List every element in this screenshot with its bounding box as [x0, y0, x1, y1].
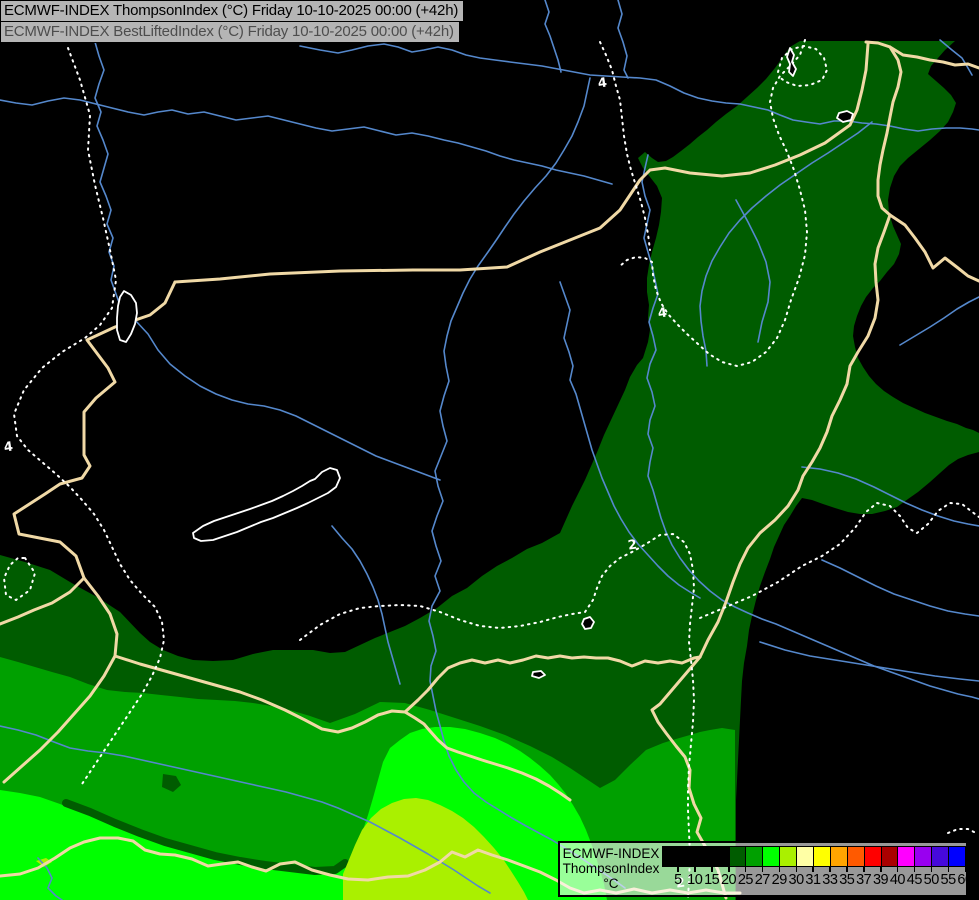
legend-value: 40 [889, 872, 906, 888]
legend-cell-39: 39 [864, 846, 889, 888]
legend-value: 39 [872, 872, 889, 888]
legend-cell-35: 35 [830, 846, 855, 888]
legend-value: 45 [906, 872, 923, 888]
legend-model-name: ECMWF-INDEX [562, 846, 660, 861]
legend-title: ECMWF-INDEX ThompsonIndex °C [560, 843, 662, 895]
legend-index-name: ThompsonIndex [562, 861, 660, 876]
legend-value: 25 [737, 872, 754, 888]
legend-cell-37: 37 [847, 846, 872, 888]
legend-cell-60: 60 [949, 846, 973, 888]
legend-value: 60 [957, 872, 973, 888]
legend-cell-30: 30 [780, 846, 804, 888]
legend-value: 50 [923, 872, 940, 888]
legend-unit: °C [603, 876, 619, 891]
title-bar: ECMWF-INDEX ThompsonIndex (°C) Friday 10… [0, 0, 465, 43]
legend: ECMWF-INDEX ThompsonIndex °C 5 10 15 20 25 27… [558, 841, 973, 897]
legend-value: 55 [940, 872, 957, 888]
weather-map [0, 0, 979, 900]
legend-cell-20: 20 [712, 846, 737, 888]
legend-cell-5: 5 [661, 846, 682, 888]
title-line-1: ECMWF-INDEX ThompsonIndex (°C) Friday 10… [0, 0, 465, 22]
legend-cell-15: 15 [695, 846, 720, 888]
legend-value: 15 [704, 872, 720, 888]
title-line-2: ECMWF-INDEX BestLiftedIndex (°C) Friday … [0, 21, 460, 43]
legend-cell-31: 31 [797, 846, 821, 888]
legend-value: 10 [687, 872, 703, 888]
legend-value: 20 [720, 872, 737, 888]
legend-cell-27: 27 [746, 846, 770, 888]
legend-value: 35 [839, 872, 855, 888]
legend-cell-33: 33 [813, 846, 838, 888]
legend-color-scale: 5 10 15 20 25 27 29 30 31 33 35 37 39 40 45 50 55 60 [661, 846, 973, 888]
legend-cell-10: 10 [678, 846, 703, 888]
legend-cell-40: 40 [881, 846, 906, 888]
legend-value: 27 [754, 872, 771, 888]
legend-value: 30 [788, 872, 805, 888]
legend-value: 37 [856, 872, 872, 888]
legend-cell-50: 50 [915, 846, 939, 888]
legend-cell-55: 55 [932, 846, 956, 888]
legend-cell-25: 25 [729, 846, 753, 888]
legend-value: 33 [822, 872, 838, 888]
weather-map-screen: 44422 ECMWF-INDEX ThompsonIndex (°C) Fri… [0, 0, 979, 900]
legend-value: 31 [805, 872, 821, 888]
legend-value: 29 [771, 872, 788, 888]
legend-value: 5 [674, 872, 682, 888]
legend-cell-29: 29 [763, 846, 787, 888]
legend-cell-45: 45 [898, 846, 922, 888]
